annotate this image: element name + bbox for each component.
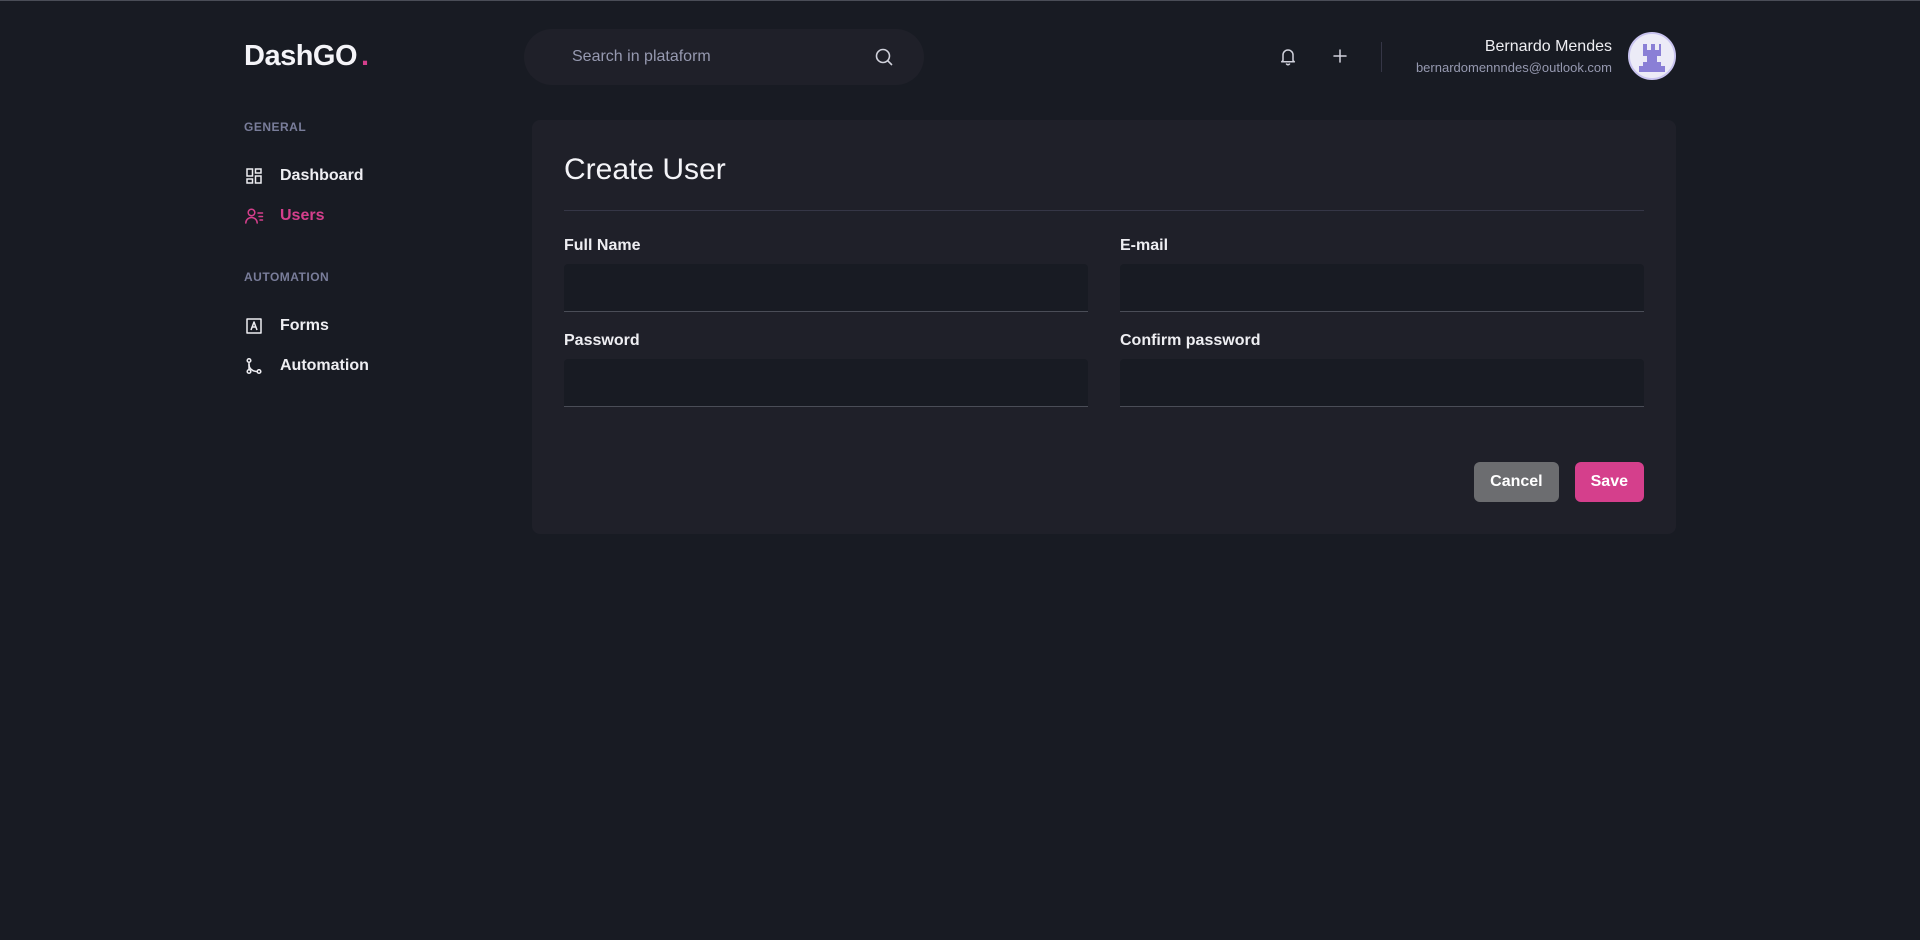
search-input[interactable] xyxy=(572,48,874,66)
email-input[interactable] xyxy=(1120,264,1644,312)
forms-icon xyxy=(244,316,264,336)
sidebar-section-automation: AUTOMATION Forms Automation xyxy=(244,270,504,378)
sidebar-item-automation[interactable]: Automation xyxy=(244,354,504,378)
top-header: DashGO. Bernardo Mendes bernardomennndes… xyxy=(0,0,1920,112)
section-title-general: GENERAL xyxy=(244,120,307,134)
title-divider xyxy=(564,210,1644,211)
search-icon[interactable] xyxy=(874,47,894,67)
profile-info: Bernardo Mendes bernardomennndes@outlook… xyxy=(1416,37,1612,76)
full-name-input[interactable] xyxy=(564,264,1088,312)
create-user-form: Full Name E-mail Password Confirm passwo… xyxy=(564,237,1644,407)
app-logo[interactable]: DashGO. xyxy=(244,40,369,73)
confirm-password-group: Confirm password xyxy=(1120,332,1644,407)
sidebar-item-label: Users xyxy=(280,207,325,224)
avatar[interactable] xyxy=(1628,32,1676,80)
header-divider xyxy=(1381,42,1382,72)
password-label: Password xyxy=(564,332,640,349)
confirm-password-label: Confirm password xyxy=(1120,332,1261,349)
sidebar-section-general: GENERAL Dashboard Users xyxy=(244,120,504,228)
sidebar: GENERAL Dashboard Users AUTOMATION Forms… xyxy=(244,120,504,420)
dashboard-icon xyxy=(244,166,264,186)
logo-dot: . xyxy=(361,40,369,72)
email-label: E-mail xyxy=(1120,237,1169,254)
sidebar-item-users[interactable]: Users xyxy=(244,204,504,228)
search-bar xyxy=(524,29,924,85)
password-input[interactable] xyxy=(564,359,1088,407)
profile-name: Bernardo Mendes xyxy=(1484,38,1612,55)
create-user-card: Create User Full Name E-mail Password Co… xyxy=(532,120,1676,534)
sidebar-item-label: Forms xyxy=(280,317,329,334)
form-actions: Cancel Save xyxy=(1474,462,1644,502)
full-name-group: Full Name xyxy=(564,237,1088,312)
add-user-plus-icon[interactable] xyxy=(1329,45,1351,67)
profile-email: bernardomennndes@outlook.com xyxy=(1415,60,1612,75)
logo-text: DashGO xyxy=(244,40,358,72)
page-title: Create User xyxy=(564,153,726,186)
email-group: E-mail xyxy=(1120,237,1644,312)
sidebar-item-label: Automation xyxy=(280,357,369,374)
sidebar-item-dashboard[interactable]: Dashboard xyxy=(244,164,504,188)
section-title-automation: AUTOMATION xyxy=(244,270,330,284)
automation-icon xyxy=(244,356,264,376)
sidebar-item-forms[interactable]: Forms xyxy=(244,314,504,338)
users-icon xyxy=(244,206,264,226)
confirm-password-input[interactable] xyxy=(1120,359,1644,407)
password-group: Password xyxy=(564,332,1088,407)
notifications-bell-icon[interactable] xyxy=(1277,45,1299,67)
cancel-button[interactable]: Cancel xyxy=(1474,462,1559,502)
save-button[interactable]: Save xyxy=(1574,462,1644,502)
sidebar-item-label: Dashboard xyxy=(280,167,364,184)
full-name-label: Full Name xyxy=(564,237,641,254)
